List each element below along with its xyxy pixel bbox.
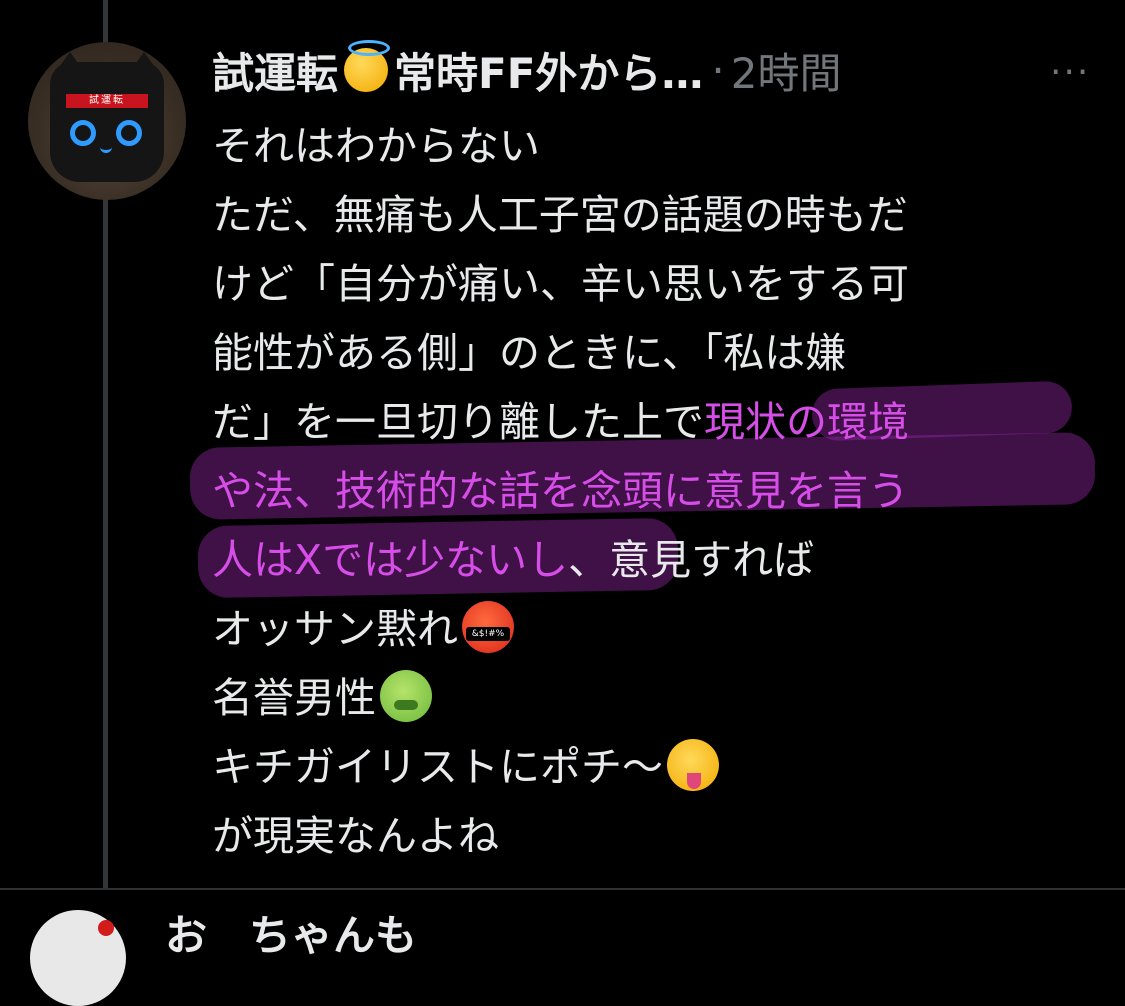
highlighted-text: や法、技術的な話を念頭に意見を言う (212, 467, 909, 515)
tweet-line: キチガイリストにポチ〜 (212, 733, 1092, 802)
tweet-line: 能性がある側」のときに、「私は嫌 (212, 329, 847, 377)
tweet-line: や法、技術的な話を念頭に意見を言う (212, 457, 1092, 526)
avatar-label: 試運転 (66, 94, 148, 108)
tweet-line: ただ、無痛も人工子宮の話題の時もだ (212, 191, 908, 239)
next-author-name[interactable]: お ちゃんも (165, 902, 417, 963)
zany-face-emoji-icon (667, 739, 719, 791)
halo-emoji-icon (344, 40, 391, 92)
tweet-line: それはわからない (212, 122, 540, 170)
tweet-line: けど「自分が痛い、辛い思いをする可 (212, 260, 909, 308)
tweet-header: 試運転 常時FF外から… · 2時間 (212, 40, 842, 100)
highlighted-text: 人はXでは少ないし (212, 536, 569, 584)
author-avatar[interactable]: 試運転 (28, 42, 186, 200)
tweet-line: 名誉男性 (212, 664, 1092, 733)
tweet-line: が現実なんよね (212, 812, 499, 860)
tweet-line: オッサン黙れ (212, 595, 1092, 664)
tweet-line: 人はXでは少ないし、意見すれば (212, 536, 815, 584)
tweet-body: それはわからない ただ、無痛も人工子宮の話題の時もだ けど「自分が痛い、辛い思い… (212, 112, 1092, 871)
robot-cat-image: 試運転 (50, 52, 164, 182)
header-separator: · (711, 45, 725, 95)
angry-symbols-emoji-icon (462, 601, 514, 653)
more-options-icon[interactable]: ··· (1050, 52, 1090, 93)
tweet-timestamp[interactable]: 2時間 (731, 40, 842, 101)
tweet-line: だ」を一旦切り離した上で現状の環境 (212, 398, 909, 446)
next-author-avatar[interactable] (30, 910, 126, 1006)
author-name[interactable]: 試運転 (212, 40, 338, 101)
author-name-suffix[interactable]: 常時FF外から… (394, 40, 703, 101)
highlighted-text: 現状の環境 (704, 398, 909, 446)
tweet-divider (0, 888, 1125, 890)
nauseated-emoji-icon (380, 670, 432, 722)
